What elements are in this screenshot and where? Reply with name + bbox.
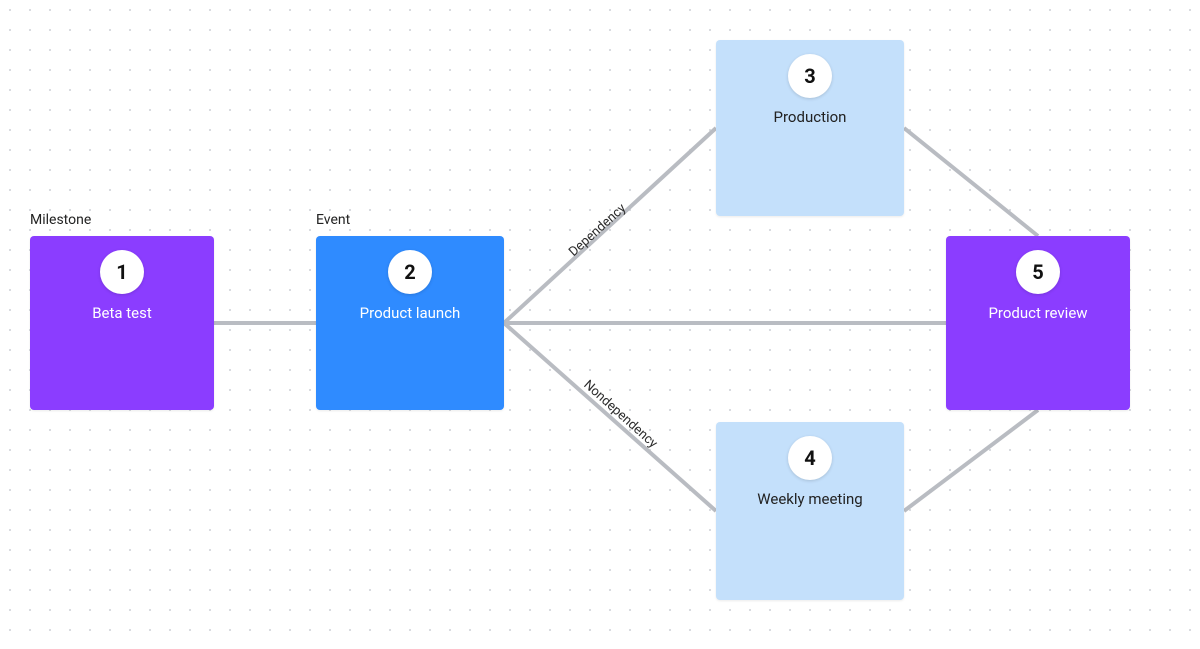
node-number-badge: 2 [388,250,432,294]
node-title: Production [774,108,847,126]
node-title: Beta test [92,304,152,322]
edge-label-dependency: Dependency [566,201,629,260]
node-title: Product launch [360,304,461,322]
label-milestone: Milestone [30,212,91,228]
node-production[interactable]: 3 Production [716,40,904,216]
label-event: Event [316,212,350,228]
edge-4-5 [904,410,1038,511]
edge-label-nondependency: Nondependency [580,377,660,451]
node-product-launch[interactable]: 2 Product launch [316,236,504,410]
node-product-review[interactable]: 5 Product review [946,236,1130,410]
node-title: Weekly meeting [757,490,862,508]
node-number-badge: 5 [1016,250,1060,294]
node-number-badge: 4 [788,436,832,480]
diagram-canvas[interactable]: Dependency Nondependency Milestone Event… [0,0,1200,649]
node-beta-test[interactable]: 1 Beta test [30,236,214,410]
edge-2-3 [504,128,716,323]
node-title: Product review [988,304,1087,322]
edge-3-5 [904,128,1038,236]
edge-2-4 [504,323,716,511]
node-number-badge: 1 [100,250,144,294]
node-number-badge: 3 [788,54,832,98]
node-weekly-meeting[interactable]: 4 Weekly meeting [716,422,904,600]
